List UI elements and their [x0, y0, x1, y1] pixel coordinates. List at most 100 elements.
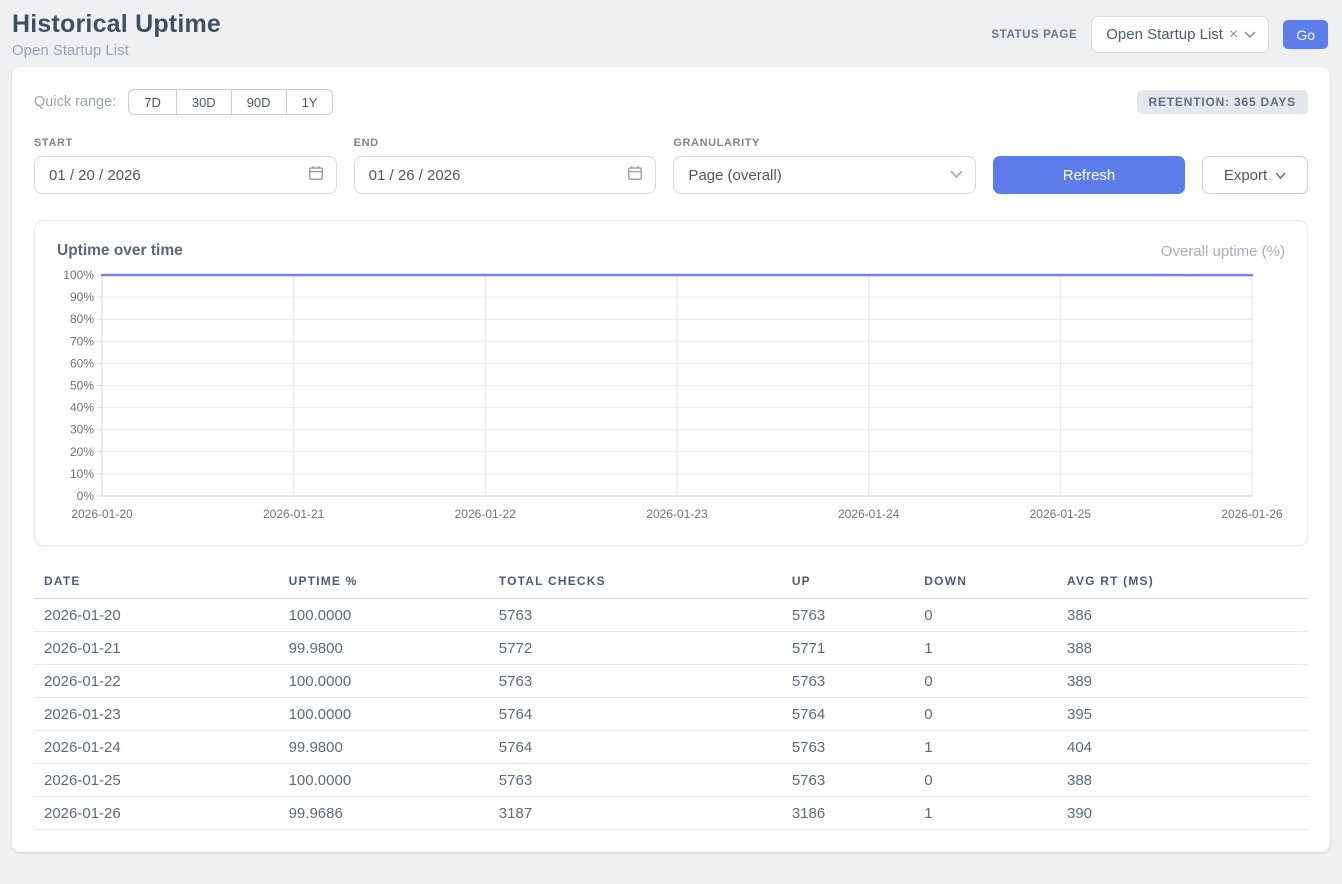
svg-text:60%: 60%: [70, 356, 94, 370]
table-cell: 2026-01-21: [34, 632, 279, 665]
table-cell: 5763: [489, 764, 782, 797]
table-row: 2026-01-25100.0000576357630388: [34, 764, 1308, 797]
table-cell: 5771: [782, 632, 914, 665]
table-cell: 0: [914, 665, 1057, 698]
table-cell: 2026-01-23: [34, 698, 279, 731]
column-header: DOWN: [914, 568, 1057, 599]
quick-range-30d-button[interactable]: 30D: [176, 89, 232, 115]
granularity-select-value: Page (overall): [688, 167, 781, 184]
end-date-input[interactable]: [369, 167, 628, 184]
start-date-input[interactable]: [49, 167, 308, 184]
status-page-select[interactable]: Open Startup List ×: [1091, 16, 1269, 53]
end-date-box[interactable]: [354, 156, 657, 194]
table-cell: 5763: [782, 731, 914, 764]
chevron-down-icon: [1275, 167, 1286, 184]
table-cell: 388: [1057, 632, 1308, 665]
table-cell: 100.0000: [279, 599, 489, 632]
table-cell: 3187: [489, 797, 782, 830]
table-row: 2026-01-20100.0000576357630386: [34, 599, 1308, 632]
granularity-select[interactable]: Page (overall): [673, 156, 976, 194]
chart-header: Uptime over time Overall uptime (%): [57, 242, 1285, 260]
svg-text:2026-01-24: 2026-01-24: [838, 507, 900, 521]
table-cell: 404: [1057, 731, 1308, 764]
svg-text:2026-01-22: 2026-01-22: [455, 507, 517, 521]
table-cell: 389: [1057, 665, 1308, 698]
table-cell: 1: [914, 632, 1057, 665]
uptime-line-chart: 0%10%20%30%40%50%60%70%80%90%100%2026-01…: [57, 269, 1285, 527]
table-cell: 2026-01-24: [34, 731, 279, 764]
svg-text:40%: 40%: [70, 401, 94, 415]
chevron-down-icon: [950, 166, 963, 184]
table-cell: 2026-01-26: [34, 797, 279, 830]
table-cell: 100.0000: [279, 764, 489, 797]
end-date-field: END: [354, 137, 657, 194]
table-cell: 0: [914, 698, 1057, 731]
start-date-box[interactable]: [34, 156, 337, 194]
quick-range-1y-button[interactable]: 1Y: [286, 89, 334, 115]
granularity-field: GRANULARITY Page (overall): [673, 137, 976, 194]
page-subtitle: Open Startup List: [12, 42, 221, 59]
table-cell: 388: [1057, 764, 1308, 797]
svg-text:2026-01-20: 2026-01-20: [71, 507, 133, 521]
export-button[interactable]: Export: [1202, 156, 1308, 194]
go-button[interactable]: Go: [1283, 20, 1328, 49]
svg-text:0%: 0%: [77, 489, 95, 503]
table-cell: 5772: [489, 632, 782, 665]
svg-text:30%: 30%: [70, 423, 94, 437]
table-cell: 99.9800: [279, 731, 489, 764]
table-row: 2026-01-23100.0000576457640395: [34, 698, 1308, 731]
table-cell: 5764: [782, 698, 914, 731]
table-cell: 5764: [489, 731, 782, 764]
table-cell: 1: [914, 797, 1057, 830]
table-cell: 5763: [489, 599, 782, 632]
status-page-select-value: Open Startup List: [1106, 26, 1223, 43]
calendar-icon[interactable]: [627, 165, 643, 186]
table-cell: 100.0000: [279, 665, 489, 698]
uptime-table-head: DATEUPTIME %TOTAL CHECKSUPDOWNAVG RT (MS…: [34, 568, 1308, 599]
table-row: 2026-01-2499.9800576457631404: [34, 731, 1308, 764]
svg-text:20%: 20%: [70, 445, 94, 459]
granularity-label: GRANULARITY: [673, 137, 976, 149]
svg-text:2026-01-23: 2026-01-23: [646, 507, 708, 521]
export-button-label: Export: [1224, 167, 1267, 184]
status-page-label: STATUS PAGE: [991, 29, 1077, 41]
uptime-chart-card: Uptime over time Overall uptime (%) 0% 10…: [34, 220, 1308, 546]
table-cell: 1: [914, 731, 1057, 764]
table-cell: 0: [914, 764, 1057, 797]
svg-text:70%: 70%: [70, 334, 94, 348]
quick-range-group: Quick range: 7D 30D 90D 1Y: [34, 89, 333, 115]
header-controls: STATUS PAGE Open Startup List × Go: [991, 16, 1328, 53]
table-cell: 5764: [489, 698, 782, 731]
table-cell: 5763: [489, 665, 782, 698]
table-cell: 5763: [782, 764, 914, 797]
table-cell: 99.9800: [279, 632, 489, 665]
calendar-icon[interactable]: [308, 165, 324, 186]
start-date-label: START: [34, 137, 337, 149]
clear-selection-icon[interactable]: ×: [1229, 27, 1238, 43]
main-panel: Quick range: 7D 30D 90D 1Y RETENTION: 36…: [12, 67, 1330, 852]
end-date-label: END: [354, 137, 657, 149]
quick-range-row: Quick range: 7D 30D 90D 1Y RETENTION: 36…: [34, 89, 1308, 115]
quick-range-label: Quick range:: [34, 94, 116, 110]
title-block: Historical Uptime Open Startup List: [12, 10, 221, 59]
column-header: UP: [782, 568, 914, 599]
uptime-table: DATEUPTIME %TOTAL CHECKSUPDOWNAVG RT (MS…: [34, 568, 1308, 830]
svg-text:100%: 100%: [63, 269, 94, 282]
uptime-table-body: 2026-01-20100.00005763576303862026-01-21…: [34, 599, 1308, 830]
column-header: TOTAL CHECKS: [489, 568, 782, 599]
table-cell: 395: [1057, 698, 1308, 731]
table-cell: 100.0000: [279, 698, 489, 731]
quick-range-7d-button[interactable]: 7D: [128, 89, 177, 115]
refresh-button[interactable]: Refresh: [993, 156, 1185, 194]
svg-text:2026-01-25: 2026-01-25: [1030, 507, 1092, 521]
column-header: UPTIME %: [279, 568, 489, 599]
page-title: Historical Uptime: [12, 10, 221, 39]
table-cell: 3186: [782, 797, 914, 830]
table-cell: 0: [914, 599, 1057, 632]
table-cell: 2026-01-20: [34, 599, 279, 632]
table-row: 2026-01-22100.0000576357630389: [34, 665, 1308, 698]
chart-title: Uptime over time: [57, 242, 183, 260]
quick-range-90d-button[interactable]: 90D: [231, 89, 287, 115]
table-cell: 5763: [782, 599, 914, 632]
table-row: 2026-01-2699.9686318731861390: [34, 797, 1308, 830]
